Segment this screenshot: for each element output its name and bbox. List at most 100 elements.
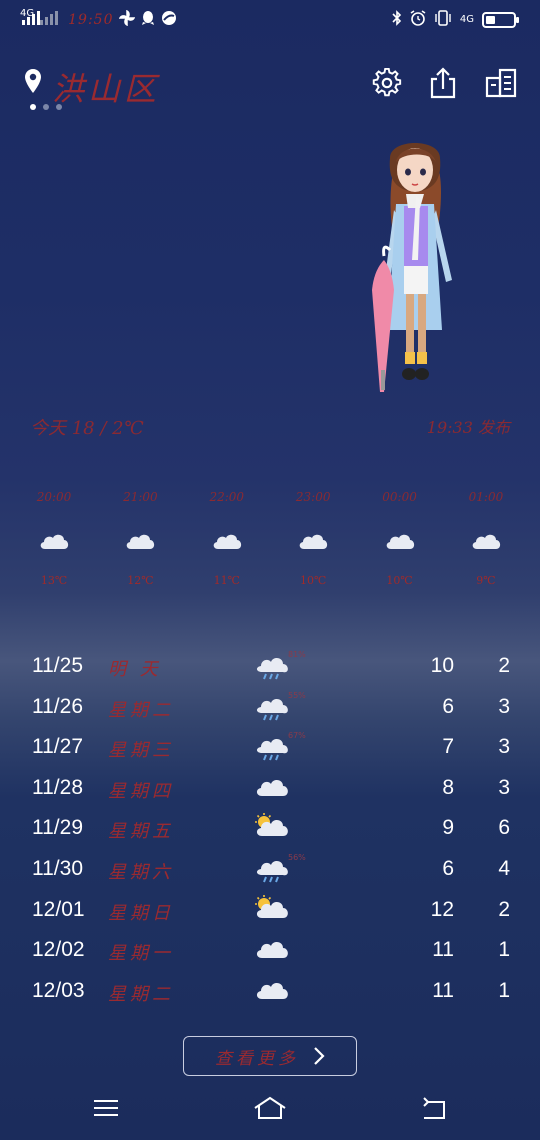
daily-row[interactable]: 11/26 星期二 55% 6 3 [0,687,540,728]
view-more-label: 查看更多 [215,1048,299,1069]
day-date: 12/02 [32,938,85,962]
day-low: 4 [498,856,510,880]
precip-chance: 81% [288,650,306,659]
page-dot [56,104,62,110]
precip-chance: 56% [288,852,306,862]
cloud-icon [256,942,288,959]
buildings-icon [485,68,517,98]
city-name[interactable]: 洪山区 [52,64,160,110]
daily-row[interactable]: 12/03 星期二 11 1 [0,971,540,1012]
weather-character-illustration[interactable] [360,130,470,395]
day-high: 6 [442,856,454,880]
location-pin-icon [24,68,42,98]
today-summary: 今天 18 / 2℃ 19:33 发布 [30,414,510,444]
cloud-icon [256,982,288,999]
cloud-icon [197,512,257,568]
hourly-forecast[interactable]: 20:00 13℃ 21:00 12℃ 22:00 11℃ 23:00 10℃ … [10,490,530,587]
day-low: 3 [498,694,510,718]
hour-temp: 11℃ [213,574,240,587]
day-date: 11/27 [32,735,83,759]
page-dot [43,104,49,110]
daily-row[interactable]: 12/01 星期日 12 2 [0,890,540,931]
hour-time: 00:00 [382,490,417,504]
day-low: 1 [498,978,510,1002]
hour-time: 01:00 [468,490,504,504]
day-high: 11 [432,938,454,962]
day-high: 11 [432,978,454,1002]
hourly-item: 01:00 9℃ [456,490,516,587]
day-weekday: 星期日 [108,902,174,924]
hourly-item: 22:00 11℃ [197,490,257,587]
home-button[interactable] [250,1092,290,1124]
hour-temp: 10℃ [300,574,327,587]
hour-time: 23:00 [295,490,331,504]
publish-time: 19:33 发布 [426,418,510,437]
hourly-item: 00:00 10℃ [370,490,430,587]
menu-icon [94,1100,118,1116]
share-button[interactable] [426,66,460,100]
cloud-icon [24,512,84,568]
daily-row[interactable]: 11/29 星期五 9 6 [0,808,540,849]
daily-row[interactable]: 11/27 星期三 67% 7 3 [0,727,540,768]
day-date: 11/28 [32,775,83,799]
day-date: 11/30 [32,856,83,880]
home-icon [254,1096,286,1119]
hour-temp: 12℃ [127,574,154,587]
menu-button[interactable] [86,1092,126,1124]
pinwheel-icon [119,9,136,29]
day-low: 2 [498,897,510,921]
hour-time: 20:00 [36,490,72,504]
back-button[interactable] [414,1092,454,1124]
settings-button[interactable] [370,66,404,100]
day-high: 10 [430,654,454,677]
day-low: 6 [498,816,510,840]
partly-cloudy-icon [255,813,288,837]
alarm-icon [410,10,426,29]
day-weekday: 星期六 [108,861,174,883]
day-low: 3 [498,735,510,759]
hour-time: 22:00 [209,490,245,504]
cloud-icon [110,512,170,568]
hour-time: 21:00 [123,490,158,504]
precip-chance: 55% [288,690,306,700]
day-weekday: 星期四 [108,780,174,802]
header: 洪山区 [0,62,540,112]
daily-forecast: 11/25 明 天 81% 10 2 11/26 星期二 55% 6 3 11/… [0,646,540,1011]
hourly-item: 23:00 10℃ [283,490,343,587]
qq-icon [141,10,155,29]
day-weekday: 星期一 [108,943,174,965]
today-condition-temp: 今天 18 / 2℃ [30,418,144,439]
rain-icon [256,698,288,720]
chevron-right-icon [314,1047,325,1065]
city-manage-button[interactable] [484,66,518,100]
day-weekday: 星期三 [108,740,174,762]
clock: 19:50 [68,11,114,28]
share-icon [430,67,456,99]
day-low: 1 [498,938,510,962]
rain-icon [256,861,288,883]
day-high: 6 [442,694,454,718]
status-bar: 4G 19:50 4G [0,0,540,40]
hour-temp: 9℃ [476,574,496,587]
day-weekday: 星期二 [108,699,174,721]
hour-temp: 10℃ [386,574,413,587]
day-weekday: 星期五 [108,821,174,843]
daily-row[interactable]: 12/02 星期一 11 1 [0,930,540,971]
daily-row[interactable]: 11/28 星期四 8 3 [0,768,540,809]
day-low: 3 [498,775,510,799]
day-high: 9 [442,816,454,840]
day-date: 12/01 [32,897,85,921]
gear-icon [372,68,402,97]
vibrate-icon [434,10,452,29]
cloud-icon [283,512,343,568]
rain-icon [256,739,288,761]
day-date: 12/03 [32,978,85,1002]
back-icon [423,1097,445,1119]
daily-row[interactable]: 11/25 明 天 81% 10 2 [0,646,540,687]
view-more-button[interactable]: 查看更多 [183,1036,357,1076]
rain-icon [256,658,288,680]
daily-row[interactable]: 11/30 星期六 56% 6 4 [0,849,540,890]
hourly-item: 21:00 12℃ [110,490,170,587]
cloud-icon [256,779,288,796]
system-nav-bar [0,1078,540,1140]
